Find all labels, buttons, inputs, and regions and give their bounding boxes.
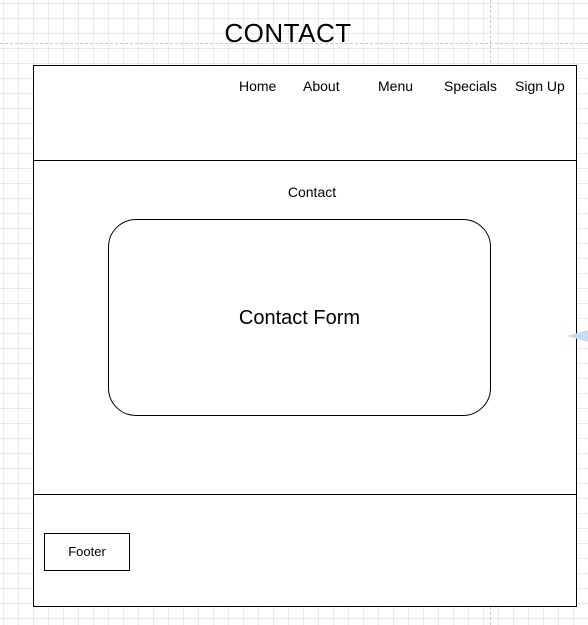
footer-box[interactable]: Footer bbox=[44, 533, 130, 571]
contact-form-box[interactable]: Contact Form bbox=[108, 219, 491, 416]
nav-item-home[interactable]: Home bbox=[239, 78, 276, 95]
wireframe-page[interactable]: Home About Menu Specials Sign Up Contact… bbox=[33, 65, 577, 607]
section-title: Contact bbox=[287, 184, 337, 200]
nav-item-specials[interactable]: Specials bbox=[444, 78, 497, 95]
nav-item-about[interactable]: About bbox=[303, 78, 340, 95]
nav-item-sign-up[interactable]: Sign Up bbox=[515, 78, 565, 95]
footer-label: Footer bbox=[68, 544, 106, 559]
page-title: CONTACT bbox=[224, 18, 352, 48]
contact-form-label: Contact Form bbox=[238, 306, 361, 329]
footer-divider bbox=[34, 494, 576, 495]
connection-arrow-icon[interactable] bbox=[567, 330, 588, 342]
nav-item-menu[interactable]: Menu bbox=[378, 78, 413, 95]
header-divider bbox=[34, 160, 576, 161]
